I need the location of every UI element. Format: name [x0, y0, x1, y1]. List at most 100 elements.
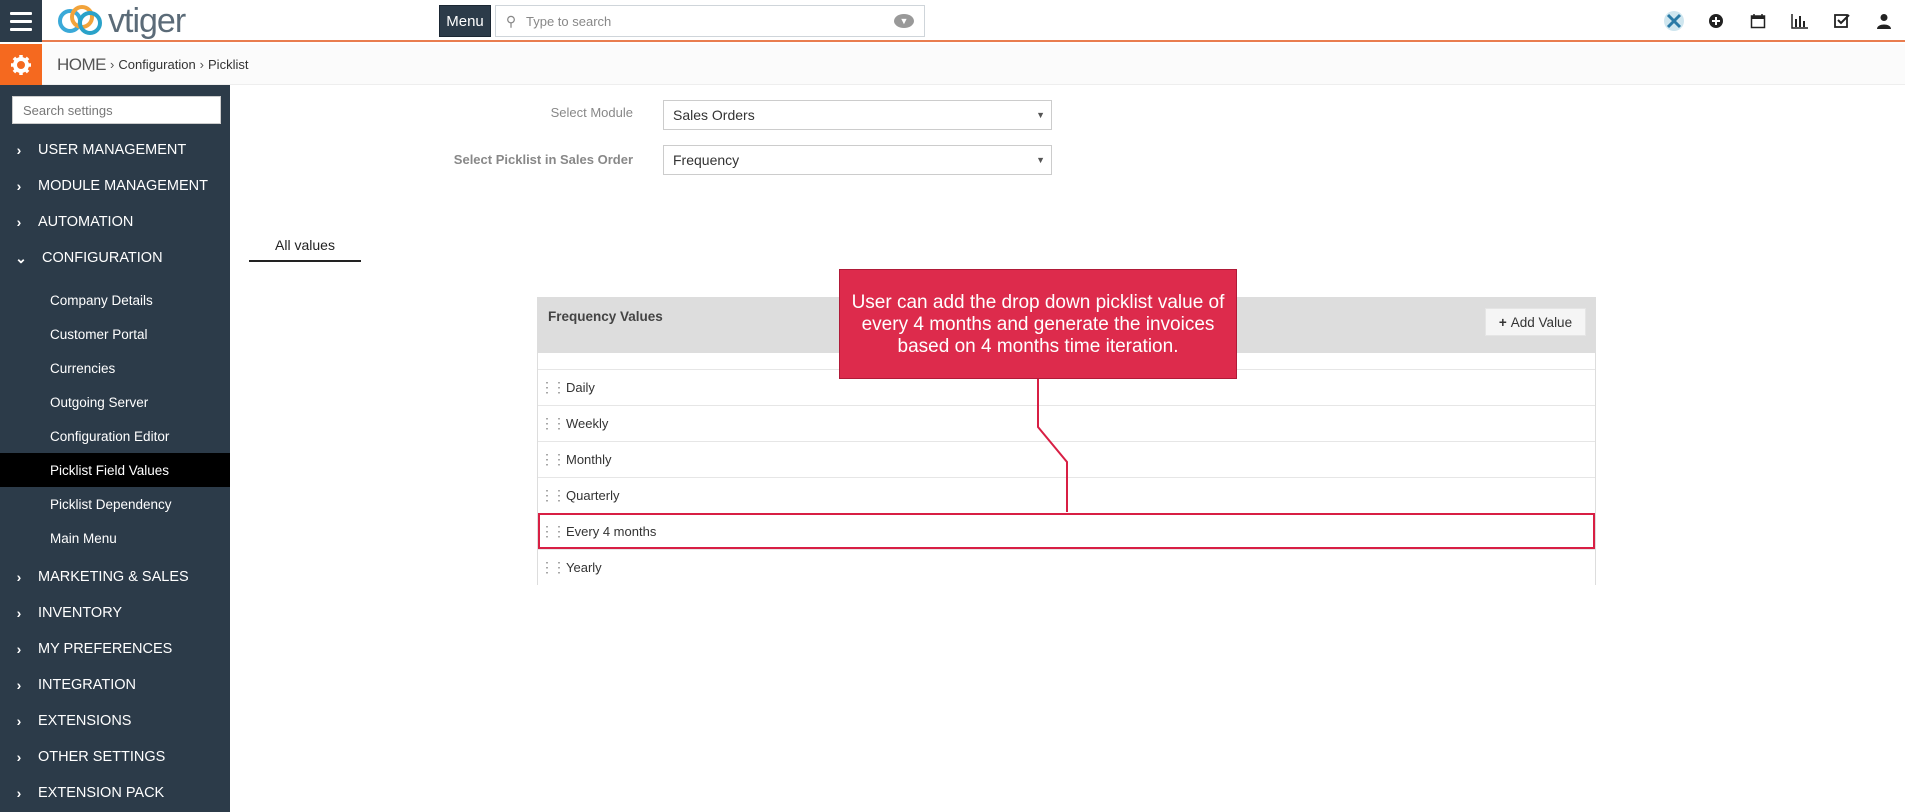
picklist-value-label: Yearly	[566, 560, 602, 575]
sidebar-item-currencies[interactable]: Currencies	[0, 351, 230, 385]
chevron-right-icon: ›	[16, 677, 22, 693]
annotation-callout: User can add the drop down picklist valu…	[839, 269, 1237, 379]
user-icon[interactable]	[1863, 0, 1905, 42]
select-module-dropdown[interactable]: Sales Orders ▼	[663, 100, 1052, 130]
settings-gear-icon[interactable]	[0, 44, 42, 85]
drag-handle-icon[interactable]: ⋮⋮	[538, 379, 566, 396]
chevron-right-icon: ›	[16, 785, 22, 801]
sidebar-section-my-preferences[interactable]: › MY PREFERENCES	[0, 634, 230, 664]
top-icon-group	[1653, 0, 1905, 42]
panel-title: Frequency Values	[548, 309, 663, 324]
sidebar-section-label: INTEGRATION	[38, 677, 137, 693]
select-picklist-dropdown[interactable]: Frequency ▼	[663, 145, 1052, 175]
sidebar-section-label: INVENTORY	[38, 605, 123, 621]
breadcrumb: HOME › Configuration › Picklist	[57, 44, 248, 85]
sidebar-section-label: EXTENSION PACK	[38, 785, 165, 801]
chevron-right-icon: ›	[16, 641, 22, 657]
sidebar-item-picklist-dependency[interactable]: Picklist Dependency	[0, 487, 230, 521]
drag-handle-icon[interactable]: ⋮⋮	[538, 523, 566, 540]
breadcrumb-separator-icon: ›	[110, 57, 115, 72]
sidebar-section-inventory[interactable]: › INVENTORY	[0, 598, 230, 628]
sidebar-item-configuration-editor[interactable]: Configuration Editor	[0, 419, 230, 453]
tab-all-values[interactable]: All values	[249, 229, 361, 262]
breadcrumb-bar: HOME › Configuration › Picklist	[0, 44, 1905, 85]
sidebar-section-label: USER MANAGEMENT	[38, 142, 187, 158]
chevron-right-icon: ›	[16, 142, 22, 158]
chevron-right-icon: ›	[16, 214, 22, 230]
picklist-value-row-highlighted[interactable]: ⋮⋮ Every 4 months	[538, 513, 1595, 549]
global-search-input[interactable]	[526, 7, 894, 35]
sidebar-section-configuration[interactable]: ⌄ CONFIGURATION	[0, 243, 230, 273]
hamburger-menu-icon[interactable]	[0, 0, 42, 42]
plus-circle-icon[interactable]	[1695, 0, 1737, 42]
chevron-right-icon: ›	[16, 713, 22, 729]
picklist-value-label: Weekly	[566, 416, 609, 431]
add-value-label: Add Value	[1510, 314, 1573, 330]
sidebar-item-customer-portal[interactable]: Customer Portal	[0, 317, 230, 351]
sidebar-section-label: OTHER SETTINGS	[38, 749, 166, 765]
search-options-chevron-icon[interactable]: ▼	[894, 14, 914, 28]
chevron-right-icon: ›	[16, 749, 22, 765]
drag-handle-icon[interactable]: ⋮⋮	[538, 559, 566, 576]
calendar-icon[interactable]	[1737, 0, 1779, 42]
menu-button[interactable]: Menu	[439, 5, 491, 37]
add-value-button[interactable]: + Add Value	[1485, 308, 1586, 336]
vtiger-logo[interactable]: vtiger	[56, 1, 186, 40]
sidebar-section-module-management[interactable]: › MODULE MANAGEMENT	[0, 171, 230, 201]
sidebar-section-extension-pack[interactable]: › EXTENSION PACK	[0, 778, 230, 808]
global-search[interactable]: ⚲ ▼	[495, 5, 925, 37]
drag-handle-icon[interactable]: ⋮⋮	[538, 487, 566, 504]
drag-handle-icon[interactable]: ⋮⋮	[538, 451, 566, 468]
sidebar-section-integration[interactable]: › INTEGRATION	[0, 670, 230, 700]
sidebar-section-user-management[interactable]: › USER MANAGEMENT	[0, 135, 230, 165]
chevron-down-icon: ⌄	[15, 249, 27, 266]
bar-chart-icon[interactable]	[1779, 0, 1821, 42]
plus-icon: +	[1498, 314, 1507, 330]
sidebar-item-main-menu[interactable]: Main Menu	[0, 521, 230, 555]
chevron-right-icon: ›	[16, 569, 22, 585]
sidebar-section-marketing-sales[interactable]: › MARKETING & SALES	[0, 562, 230, 592]
picklist-value-row[interactable]: ⋮⋮ Quarterly	[538, 477, 1595, 513]
sidebar-section-label: EXTENSIONS	[38, 713, 132, 729]
search-icon: ⚲	[505, 12, 517, 29]
drag-handle-icon[interactable]: ⋮⋮	[538, 415, 566, 432]
settings-search-input[interactable]	[13, 97, 220, 123]
sidebar-section-label: MARKETING & SALES	[38, 569, 189, 585]
task-checkbox-icon[interactable]	[1821, 0, 1863, 42]
sidebar-section-label: AUTOMATION	[38, 214, 134, 230]
sidebar-section-other-settings[interactable]: › OTHER SETTINGS	[0, 742, 230, 772]
picklist-value-row[interactable]: ⋮⋮ Monthly	[538, 441, 1595, 477]
dropdown-arrow-icon: ▼	[1036, 110, 1045, 120]
breadcrumb-configuration[interactable]: Configuration	[118, 57, 195, 72]
sidebar-section-automation[interactable]: › AUTOMATION	[0, 207, 230, 237]
select-picklist-label: Select Picklist in Sales Order	[453, 152, 633, 167]
sidebar-section-extensions[interactable]: › EXTENSIONS	[0, 706, 230, 736]
chevron-right-icon: ›	[16, 605, 22, 621]
sidebar-item-company-details[interactable]: Company Details	[0, 283, 230, 317]
vtiger-x-icon[interactable]	[1653, 0, 1695, 42]
sidebar-item-picklist-field-values[interactable]: Picklist Field Values	[0, 453, 230, 487]
top-navbar: vtiger Menu ⚲ ▼	[0, 0, 1905, 42]
breadcrumb-home[interactable]: HOME	[57, 55, 107, 75]
picklist-value-label: Monthly	[566, 452, 612, 467]
sidebar-item-outgoing-server[interactable]: Outgoing Server	[0, 385, 230, 419]
picklist-value-label: Every 4 months	[566, 524, 657, 539]
logo-text: vtiger	[108, 1, 186, 40]
dropdown-arrow-icon: ▼	[1036, 155, 1045, 165]
select-picklist-value: Frequency	[673, 152, 740, 168]
logo-rings-icon	[58, 5, 102, 35]
picklist-value-row[interactable]: ⋮⋮ Weekly	[538, 405, 1595, 441]
breadcrumb-separator-icon: ›	[199, 57, 205, 72]
picklist-value-label: Quarterly	[566, 488, 620, 503]
sidebar-section-label: MY PREFERENCES	[38, 641, 173, 657]
chevron-right-icon: ›	[16, 178, 22, 194]
picklist-value-label: Daily	[566, 380, 595, 395]
settings-search[interactable]	[12, 96, 221, 124]
sidebar-section-label: MODULE MANAGEMENT	[38, 178, 208, 194]
settings-sidebar: › USER MANAGEMENT › MODULE MANAGEMENT › …	[0, 85, 230, 812]
breadcrumb-picklist: Picklist	[208, 57, 249, 72]
select-module-value: Sales Orders	[673, 107, 755, 123]
sidebar-section-label: CONFIGURATION	[42, 250, 163, 266]
select-module-label: Select Module	[550, 105, 633, 120]
picklist-value-row[interactable]: ⋮⋮ Yearly	[538, 549, 1595, 585]
